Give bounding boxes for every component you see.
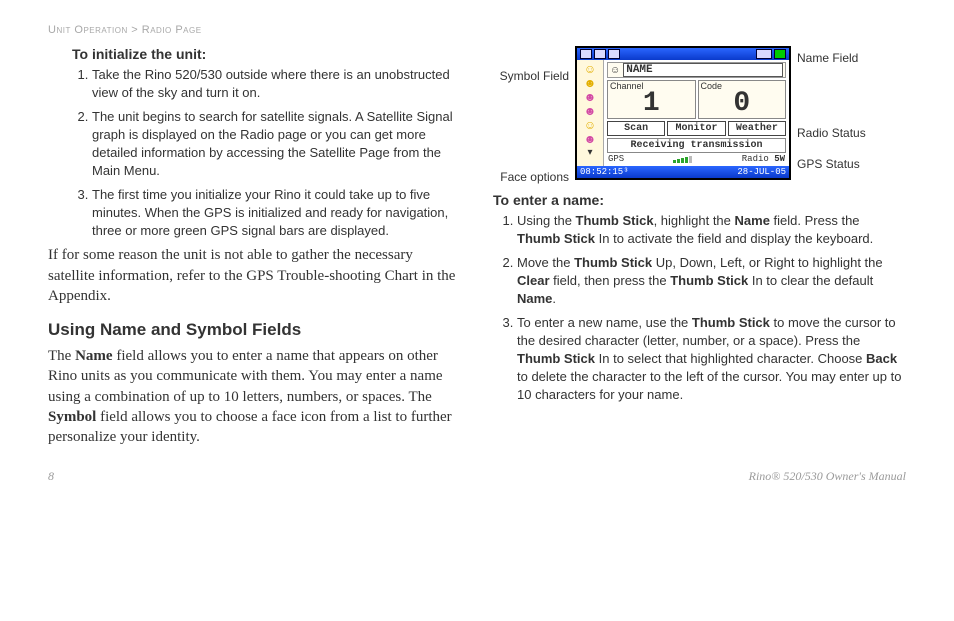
bold-clear: Clear bbox=[517, 273, 550, 288]
device-figure: Symbol Field Face options bbox=[493, 46, 906, 184]
label-gps-status: GPS Status bbox=[797, 158, 877, 171]
bold-thumbstick: Thumb Stick bbox=[517, 231, 595, 246]
topbar-btn bbox=[580, 49, 592, 59]
text-frag: to delete the character to the left of t… bbox=[517, 369, 901, 402]
radio-status-text: Receiving transmission bbox=[607, 138, 786, 153]
face-icon: ☻ bbox=[584, 133, 597, 145]
text-frag: In to select that highlighted character.… bbox=[595, 351, 866, 366]
name-field: ☺ NAME bbox=[607, 62, 786, 78]
smile-icon: ☺ bbox=[584, 63, 596, 75]
text-frag: In to clear the default bbox=[748, 273, 873, 288]
section-heading: Using Name and Symbol Fields bbox=[48, 320, 461, 340]
text-frag: In to activate the field and display the… bbox=[595, 231, 873, 246]
bold-thumbstick: Thumb Stick bbox=[576, 213, 654, 228]
text-frag: , highlight the bbox=[654, 213, 735, 228]
bold-thumbstick: Thumb Stick bbox=[692, 315, 770, 330]
device-topbar bbox=[577, 48, 789, 60]
subhead-initialize: To initialize the unit: bbox=[72, 46, 461, 62]
label-symbol-field: Symbol Field bbox=[493, 70, 569, 83]
weather-button: Weather bbox=[728, 121, 786, 136]
text-frag: The bbox=[48, 348, 75, 364]
monitor-button: Monitor bbox=[667, 121, 725, 136]
radio-label: Radio bbox=[742, 154, 769, 164]
arrow-down-icon: ▾ bbox=[587, 147, 592, 158]
channel-value: 1 bbox=[610, 91, 693, 117]
steps-initialize: Take the Rino 520/530 outside where ther… bbox=[48, 66, 461, 239]
steps-enter-name: Using the Thumb Stick, highlight the Nam… bbox=[493, 212, 906, 403]
name-value: NAME bbox=[623, 63, 783, 77]
code-value: 0 bbox=[701, 91, 784, 117]
callouts-left: Symbol Field Face options bbox=[493, 46, 569, 184]
device-main: ☺ NAME Channel 1 Code bbox=[604, 60, 789, 166]
subhead-enter-name: To enter a name: bbox=[493, 192, 906, 208]
radio-value: 5W bbox=[774, 154, 785, 164]
code-box: Code 0 bbox=[698, 80, 787, 119]
device-time: 08:52:15³ bbox=[580, 167, 629, 177]
label-name-field: Name Field bbox=[797, 52, 877, 65]
text-frag: To enter a new name, use the bbox=[517, 315, 692, 330]
topbar-battery-icon bbox=[774, 49, 786, 59]
smile-icon: ☻ bbox=[584, 77, 597, 89]
bold-back: Back bbox=[866, 351, 897, 366]
bold-name: Name bbox=[75, 348, 113, 364]
left-column: To initialize the unit: Take the Rino 52… bbox=[48, 46, 461, 459]
device-bottombar: 08:52:15³ 28-JUL-05 bbox=[577, 166, 789, 178]
text-frag: field, then press the bbox=[550, 273, 671, 288]
text-frag: Move the bbox=[517, 255, 574, 270]
bold-thumbstick: Thumb Stick bbox=[670, 273, 748, 288]
face-icon: ☻ bbox=[584, 91, 597, 103]
bold-thumbstick: Thumb Stick bbox=[574, 255, 652, 270]
topbar-btn bbox=[756, 49, 772, 59]
signal-bars-icon bbox=[673, 156, 692, 163]
bold-thumbstick: Thumb Stick bbox=[517, 351, 595, 366]
page-footer: 8 Rino® 520/530 Owner's Manual bbox=[48, 469, 906, 484]
step-2: The unit begins to search for satellite … bbox=[92, 108, 461, 180]
step-1: Take the Rino 520/530 outside where ther… bbox=[92, 66, 461, 102]
channel-box: Channel 1 bbox=[607, 80, 696, 119]
gps-status-row: GPS Radio 5W bbox=[607, 153, 786, 166]
topbar-btn bbox=[608, 49, 620, 59]
step-3: The first time you initialize your Rino … bbox=[92, 186, 461, 240]
smile-icon: ☺ bbox=[584, 119, 596, 131]
face-icon: ☻ bbox=[584, 105, 597, 117]
enter-step-3: To enter a new name, use the Thumb Stick… bbox=[517, 314, 906, 404]
text-frag: Using the bbox=[517, 213, 576, 228]
text-frag: . bbox=[552, 291, 556, 306]
gps-label: GPS bbox=[608, 154, 624, 164]
paragraph-name-symbol: The Name field allows you to enter a nam… bbox=[48, 346, 461, 447]
paragraph-fallback: If for some reason the unit is not able … bbox=[48, 245, 461, 306]
label-radio-status: Radio Status bbox=[797, 127, 877, 140]
right-column: Symbol Field Face options bbox=[493, 46, 906, 459]
label-face-options: Face options bbox=[493, 171, 569, 184]
enter-step-1: Using the Thumb Stick, highlight the Nam… bbox=[517, 212, 906, 248]
topbar-btn bbox=[594, 49, 606, 59]
face-options-panel: ☺ ☻ ☻ ☻ ☺ ☻ ▾ bbox=[577, 60, 604, 166]
page-number: 8 bbox=[48, 469, 54, 484]
device-screen: ☺ ☻ ☻ ☻ ☺ ☻ ▾ ☺ NAME bbox=[575, 46, 791, 180]
device-date: 28-JUL-05 bbox=[737, 167, 786, 177]
enter-step-2: Move the Thumb Stick Up, Down, Left, or … bbox=[517, 254, 906, 308]
bold-symbol: Symbol bbox=[48, 409, 96, 425]
text-frag: Up, Down, Left, or Right to highlight th… bbox=[652, 255, 883, 270]
bold-name: Name bbox=[517, 291, 552, 306]
callouts-right: Name Field Radio Status GPS Status bbox=[797, 46, 877, 172]
breadcrumb: Unit Operation > Radio Page bbox=[48, 24, 906, 36]
text-frag: field. Press the bbox=[770, 213, 860, 228]
manual-title: Rino® 520/530 Owner's Manual bbox=[749, 469, 906, 484]
scan-button: Scan bbox=[607, 121, 665, 136]
symbol-icon: ☺ bbox=[610, 65, 620, 76]
text-frag: field allows you to choose a face icon f… bbox=[48, 409, 452, 445]
bold-name: Name bbox=[735, 213, 770, 228]
